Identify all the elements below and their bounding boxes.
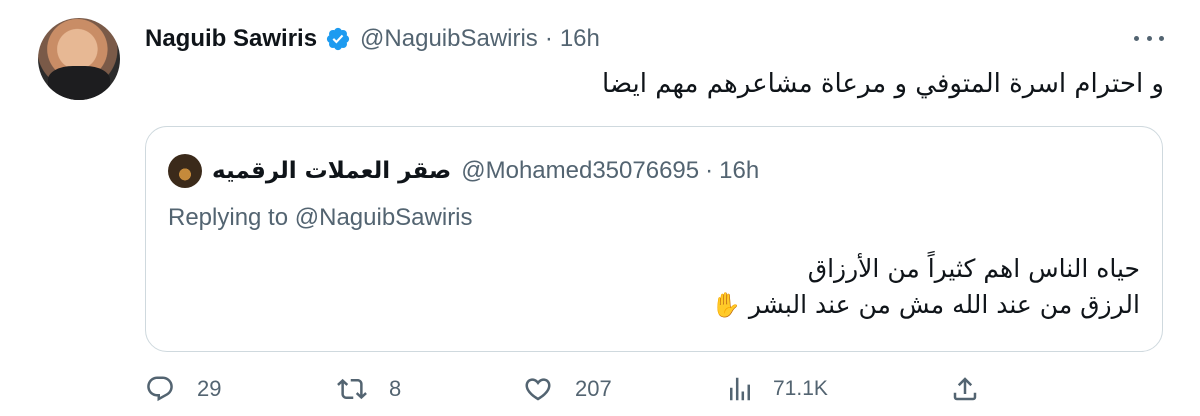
- reply-button[interactable]: 29: [145, 372, 221, 406]
- quoted-text-line-2-text: الرزق من عند الله مش من عند البشر: [748, 290, 1140, 319]
- share-button[interactable]: [950, 372, 980, 406]
- heart-icon: [525, 378, 551, 401]
- tweet-actions: 29 8 207 71.1K: [145, 372, 995, 406]
- more-dot: [1146, 35, 1152, 41]
- replying-to-mention[interactable]: @NaguibSawiris: [295, 204, 473, 231]
- views-button[interactable]: 71.1K: [725, 372, 828, 406]
- reply-icon: [147, 376, 173, 402]
- author-avatar[interactable]: [38, 18, 120, 100]
- quoted-author-display-name: صقر العملات الرقميه: [212, 158, 452, 184]
- quoted-author-avatar: [168, 154, 202, 188]
- retweet-icon: [337, 378, 367, 400]
- tweet-header: Naguib Sawiris @NaguibSawiris · 16h: [145, 23, 600, 55]
- retweet-button[interactable]: 8: [337, 372, 401, 406]
- like-button[interactable]: 207: [523, 372, 612, 406]
- replying-to: Replying to @NaguibSawiris: [168, 204, 473, 232]
- views-count: 71.1K: [773, 377, 828, 400]
- quoted-text-line-1: حياه الناس اهم كثيراً من الأرزاق: [807, 254, 1140, 283]
- share-icon: [953, 377, 977, 401]
- tweet-text: و احترام اسرة المتوفي و مرعاة مشاعرهم مه…: [602, 69, 1164, 99]
- separator-dot: ·: [544, 25, 553, 52]
- tweet-timestamp[interactable]: 16h: [560, 25, 600, 53]
- quoted-tweet-timestamp: 16h: [719, 157, 760, 184]
- quoted-tweet-header: صقر العملات الرقميه @Mohamed35076695 · 1…: [168, 154, 759, 188]
- verified-badge-icon[interactable]: [325, 26, 351, 52]
- like-count: 207: [575, 376, 612, 401]
- quoted-tweet-text: حياه الناس اهم كثيراً من الأرزاق الرزق م…: [168, 251, 1140, 329]
- more-dot: [1159, 35, 1164, 41]
- quoted-text-line-2: الرزق من عند الله مش من عند البشر ✋: [168, 287, 1140, 323]
- retweet-count: 8: [389, 376, 402, 401]
- quoted-tweet[interactable]: صقر العملات الرقميه @Mohamed35076695 · 1…: [145, 126, 1163, 352]
- replying-to-prefix: Replying to: [168, 204, 295, 231]
- author-display-name[interactable]: Naguib Sawiris: [145, 25, 317, 53]
- reply-count: 29: [197, 376, 222, 401]
- author-handle[interactable]: @NaguibSawiris: [360, 25, 538, 53]
- separator-dot: ·: [705, 157, 714, 184]
- more-dot: [1134, 35, 1139, 41]
- views-icon: [730, 377, 750, 401]
- quoted-author-handle: @Mohamed35076695: [461, 157, 700, 184]
- more-icon[interactable]: [1134, 28, 1164, 48]
- raised-hand-emoji: ✋: [710, 291, 741, 319]
